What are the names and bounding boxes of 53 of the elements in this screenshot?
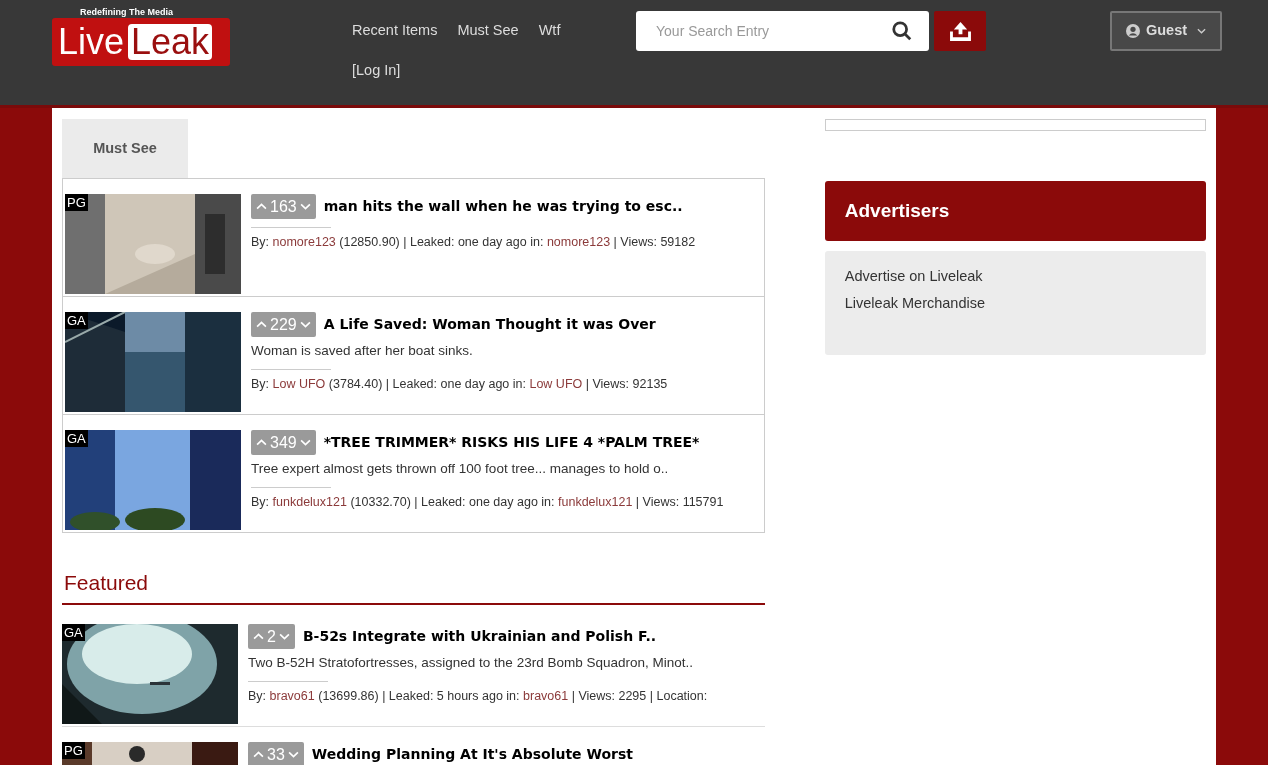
downvote-icon[interactable] <box>299 203 311 210</box>
rating-badge: PG <box>62 742 85 759</box>
video-meta: By: funkdelux121 (10332.70) | Leaked: one day ago in: funkdelux121 | Views: 115791 <box>251 494 724 512</box>
downvote-icon[interactable] <box>287 751 299 758</box>
rating-badge: GA <box>65 312 88 329</box>
user-link[interactable]: bravo61 <box>523 689 569 704</box>
tab[interactable]: Must See <box>62 119 188 179</box>
upvote-icon[interactable] <box>256 203 267 210</box>
caret-icon <box>1197 28 1207 34</box>
video-meta: By: bravo61 (13699.86) | Leaked: 5 hours ago in: bravo61 | Views: 2295 | Location: <box>248 688 708 706</box>
video-meta: By: nomore123 (12850.90) | Leaked: one day ago in: nomore123 | Views: 59182 <box>251 234 696 251</box>
search-field[interactable]: Your Search Entry <box>636 11 929 51</box>
video-title[interactable]: Wedding Planning At It's Absolute Worst <box>311 744 633 765</box>
nav-link[interactable]: Recent Items <box>352 20 438 40</box>
downvote-icon[interactable] <box>299 439 311 446</box>
section-heading: Featured <box>63 570 150 596</box>
rating-badge: PG <box>65 194 88 211</box>
nav-link[interactable]: Wtf <box>538 20 561 40</box>
upvote-icon[interactable] <box>253 633 264 640</box>
search-icon[interactable] <box>891 20 913 42</box>
user-link[interactable]: funkdelux121 <box>272 495 347 510</box>
user-link[interactable]: funkdelux121 <box>558 495 633 510</box>
advertiser-link[interactable]: Advertise on Liveleak <box>844 266 983 287</box>
video-description: Woman is saved after her boat sinks. <box>251 342 474 360</box>
rating-badge: GA <box>65 430 88 447</box>
upvote-icon[interactable] <box>256 321 267 328</box>
video-meta: By: Low UFO (3784.40) | Leaked: one day ago in: Low UFO | Views: 92135 <box>251 376 668 394</box>
user-menu-button[interactable]: Guest <box>1110 11 1222 51</box>
video-title[interactable]: A Life Saved: Woman Thought it was Over <box>323 314 656 335</box>
video-description: Tree expert almost gets thrown off 100 foot tree... manages to hold o.. <box>251 460 670 478</box>
downvote-icon[interactable] <box>278 633 290 640</box>
upload-button[interactable] <box>934 11 986 51</box>
user-icon <box>1125 24 1140 38</box>
user-link[interactable]: bravo61 <box>269 689 315 704</box>
video-title[interactable]: man hits the wall when he was trying to esc.. <box>323 196 683 217</box>
nav-link[interactable]: [Log In] <box>352 60 401 80</box>
advertiser-link[interactable]: Liveleak Merchandise <box>844 293 985 314</box>
upvote-icon[interactable] <box>256 439 267 446</box>
video-description: Two B-52H Stratofortresses, assigned to the 23rd Bomb Squadron, Minot.. <box>248 654 694 672</box>
user-link[interactable]: Low UFO <box>272 377 326 392</box>
video-title[interactable]: B-52s Integrate with Ukrainian and Polish F.. <box>302 626 657 647</box>
nav-link[interactable]: Must See <box>457 20 519 40</box>
logo[interactable]: Live Leak <box>52 18 230 66</box>
upload-icon <box>948 21 972 41</box>
logo-tagline: Redefining The Media <box>79 6 174 18</box>
user-link[interactable]: Low UFO <box>529 377 583 392</box>
user-link[interactable]: nomore123 <box>546 235 611 249</box>
video-title[interactable]: *TREE TRIMMER* RISKS HIS LIFE 4 *PALM TREE* <box>323 432 700 453</box>
downvote-icon[interactable] <box>299 321 311 328</box>
upvote-icon[interactable] <box>253 751 264 758</box>
rating-badge: GA <box>62 624 85 641</box>
user-link[interactable]: nomore123 <box>272 235 336 249</box>
advertisers-header: Advertisers <box>824 181 1206 241</box>
